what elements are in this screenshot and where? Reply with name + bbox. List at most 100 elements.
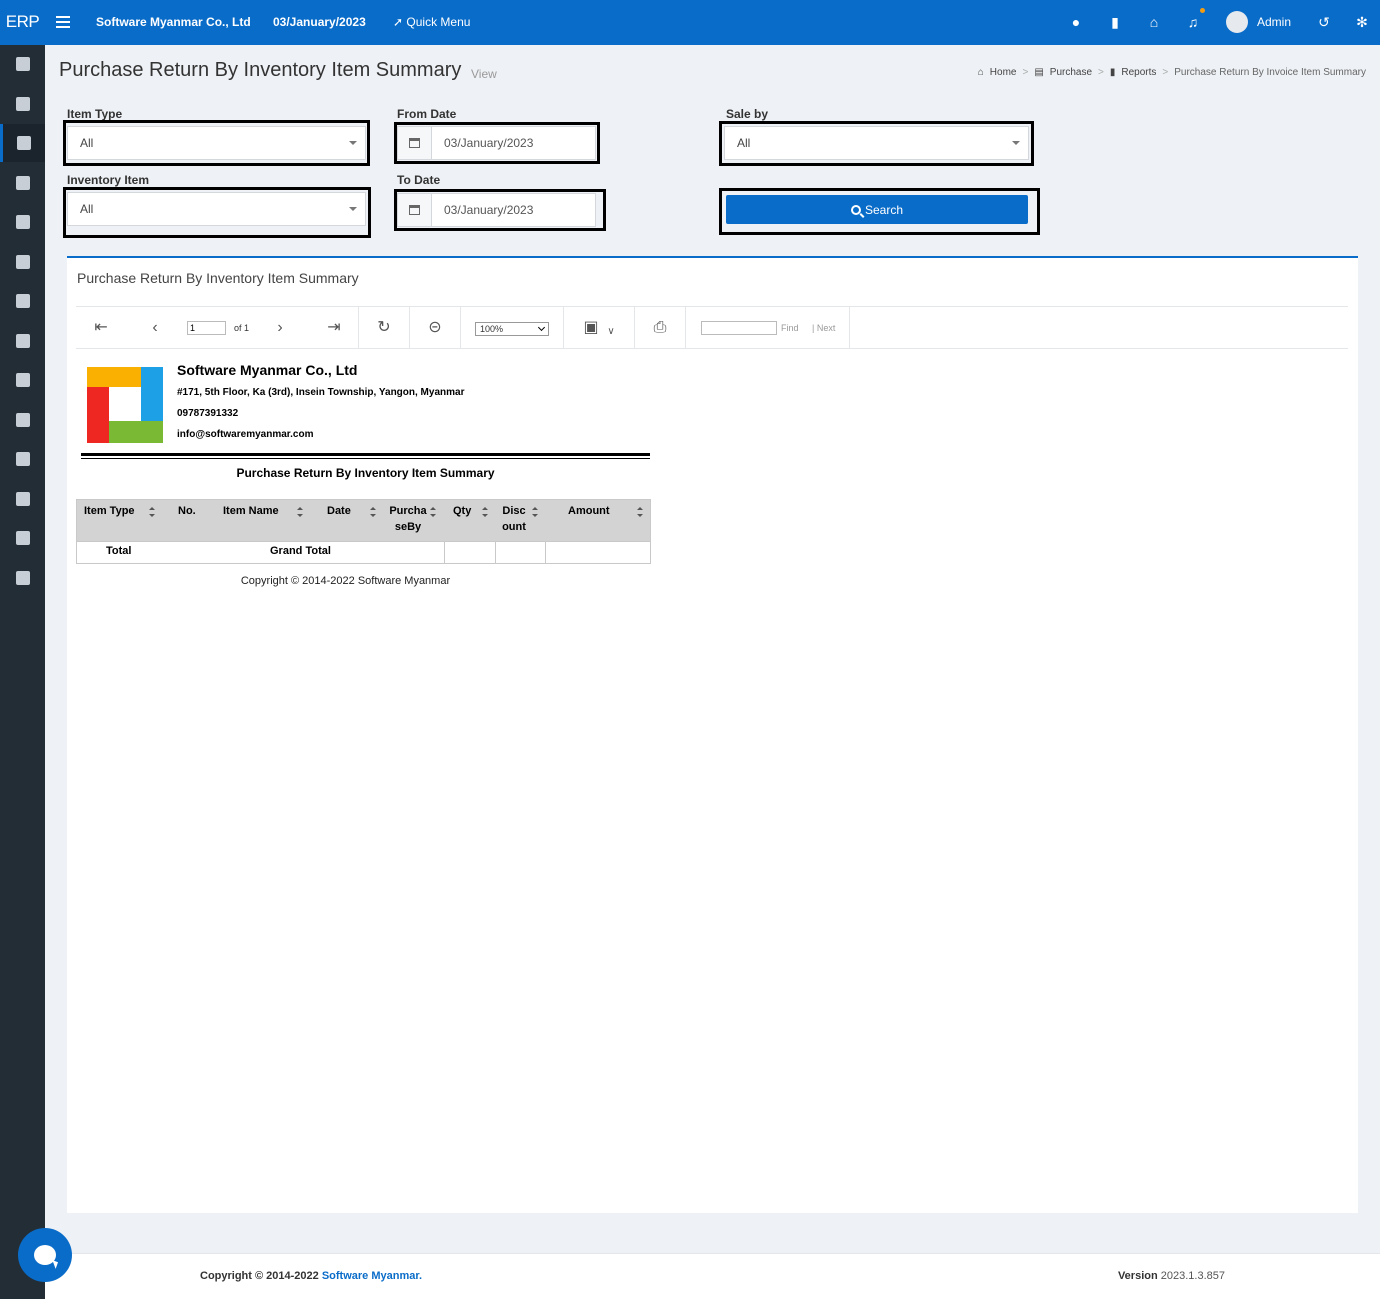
calendar-icon[interactable] [398,194,432,226]
diamond-icon [15,294,30,308]
sidebar-item-sales[interactable] [0,243,45,281]
breadcrumb-current: Purchase Return By Invoice Item Summary [1174,67,1366,78]
sidebar-item-settings[interactable] [0,480,45,518]
caret-down-icon [349,207,357,211]
cube-icon [15,176,30,190]
table-divider [495,542,496,564]
col-item-name[interactable]: Item Name [223,503,279,519]
from-date-field[interactable]: 03/January/2023 [397,126,596,160]
first-page-icon[interactable]: ⇤ [92,319,110,337]
previous-page-icon[interactable]: ‹ [146,319,164,337]
sort-icon[interactable] [370,507,376,517]
search-button[interactable]: Search [726,195,1028,224]
report-title: Purchase Return By Inventory Item Summar… [236,466,495,480]
sidebar-item-inventory[interactable] [0,164,45,202]
sidebar-item-calculator[interactable] [0,45,45,83]
sort-icon[interactable] [297,507,303,517]
zoom-select[interactable]: 100% [475,322,549,336]
chat-widget-button[interactable] [18,1228,72,1282]
sort-icon[interactable] [430,507,436,517]
inventory-item-select[interactable]: All [67,192,366,226]
to-date-field[interactable]: 03/January/2023 [397,193,596,227]
sidebar-item-support[interactable] [0,440,45,478]
col-date[interactable]: Date [327,503,351,519]
find-input[interactable] [701,321,777,335]
user-name[interactable]: Admin [1257,15,1291,29]
sort-icon[interactable] [149,507,155,517]
history-icon[interactable]: ↺ [1316,13,1332,31]
cog-icon [15,492,30,506]
toolbar-separator [634,307,635,349]
breadcrumb-reports[interactable]: Reports [1121,67,1156,78]
item-type-select[interactable]: All [67,126,366,160]
caret-down-icon [1012,141,1020,145]
caret-down-icon [349,141,357,145]
report-address: #171, 5th Floor, Ka (3rd), Insein Townsh… [177,387,465,398]
inventory-item-value: All [80,202,94,216]
last-page-icon[interactable]: ⇥ [325,319,343,337]
brand-logo[interactable]: ERP [0,0,45,45]
gear-icon[interactable]: ✻ [1354,13,1370,31]
col-discount[interactable]: Disc ount [499,503,529,535]
zoom-value: 100% [480,324,504,334]
home-icon[interactable]: ⌂ [1146,13,1162,31]
report-divider [81,458,650,459]
document-icon[interactable]: ▮ [1107,13,1123,31]
table-header: Item Type No. Item Name Date Purcha seBy… [77,500,650,541]
save-icon[interactable]: ▣ [582,319,600,337]
back-icon[interactable]: ⊝ [426,319,444,337]
leaf-icon [15,413,30,427]
sidebar-item-leaf[interactable] [0,401,45,439]
sidebar-item-diamond[interactable] [0,282,45,320]
grand-total-label: Grand Total [270,545,331,557]
sidebar-item-chat[interactable] [0,559,45,597]
inventory-item-label: Inventory Item [67,173,150,187]
col-no[interactable]: No. [178,503,196,519]
footer-copyright: Copyright © 2014-2022 Software Myanmar. [200,1270,423,1282]
sidebar-item-chart[interactable] [0,85,45,123]
breadcrumb-home[interactable]: Home [990,67,1017,78]
next-page-icon[interactable]: › [271,319,289,337]
col-purchase-by[interactable]: Purcha seBy [388,503,428,535]
sidebar-item-industry[interactable] [0,361,45,399]
chevron-down-icon[interactable]: ∨ [602,323,620,341]
wechat-icon[interactable]: ● [1068,13,1084,31]
chat-icon [34,1245,56,1265]
item-type-label: Item Type [67,107,123,121]
report-divider [81,453,650,456]
sidebar-item-users[interactable] [0,322,45,360]
avatar[interactable] [1226,11,1248,33]
next-link[interactable]: | Next [812,323,835,333]
print-icon[interactable]: ⎙ [651,319,669,337]
col-item-type[interactable]: Item Type [84,503,135,519]
col-amount[interactable]: Amount [568,503,610,519]
sort-icon[interactable] [482,507,488,517]
footer-version: Version 2023.1.3.857 [1117,1270,1225,1282]
sidebar [0,45,45,1299]
sort-icon[interactable] [532,507,538,517]
toolbar-separator [460,307,461,349]
quick-menu-link[interactable]: ➚ Quick Menu [393,15,470,29]
find-link[interactable]: Find [781,323,799,333]
credit-card-icon [17,136,31,150]
page-number-input[interactable] [187,321,226,335]
sort-icon[interactable] [637,507,643,517]
comment-icon [15,571,30,585]
sale-by-value: All [737,136,751,150]
sidebar-item-book[interactable] [0,519,45,557]
rocket-icon: ➚ [393,15,404,29]
sidebar-item-payment[interactable] [0,124,45,162]
sale-by-select[interactable]: All [724,126,1029,160]
report-company-name: Software Myanmar Co., Ltd [177,362,358,378]
menu-toggle-icon[interactable] [56,13,70,31]
sidebar-item-purchase[interactable] [0,203,45,241]
refresh-icon[interactable]: ↻ [375,319,393,337]
bell-icon[interactable]: ♫ [1185,13,1201,31]
company-name[interactable]: Software Myanmar Co., Ltd [96,15,251,29]
col-qty[interactable]: Qty [453,503,471,519]
search-button-label: Search [864,202,904,217]
breadcrumb-purchase[interactable]: Purchase [1050,67,1092,78]
footer-company-link[interactable]: Software Myanmar. [322,1270,422,1282]
calendar-icon[interactable] [398,127,432,159]
search-icon [850,204,861,215]
